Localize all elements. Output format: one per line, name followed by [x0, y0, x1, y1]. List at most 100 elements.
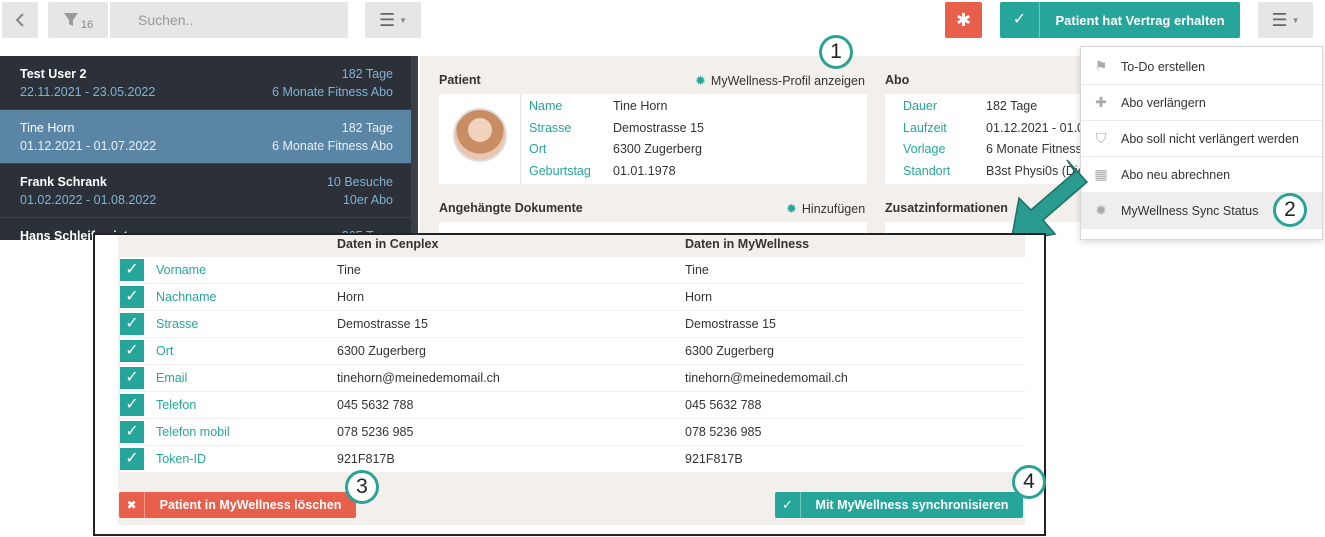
field-label: Vorname	[156, 263, 207, 277]
divider	[520, 94, 521, 184]
table-row: ✓ Telefon 045 5632 788 045 5632 788	[120, 392, 1025, 418]
search-input[interactable]	[110, 2, 348, 38]
cenplex-value: Demostrasse 15	[337, 317, 429, 331]
field-value: Tine Horn	[613, 99, 668, 113]
field-label: Strasse	[156, 317, 199, 331]
table-row: ✓ Email tinehorn@meinedemomail.ch tineho…	[120, 365, 1025, 391]
mywellness-profile-label: MyWellness-Profil anzeigen	[710, 74, 865, 88]
check-icon: ✓	[120, 313, 144, 335]
sync-status-dialog: Daten in Cenplex Daten in MyWellness ✓ V…	[93, 233, 1046, 536]
table-row: ✓ Strasse Demostrasse 15 Demostrasse 15	[120, 311, 1025, 337]
patient-usage: 182 Tage	[341, 121, 393, 135]
check-icon: ✓	[120, 286, 144, 308]
extra-section-title: Zusatzinformationen	[885, 201, 1008, 215]
patient-list-item[interactable]: Test User 2 182 Tage 22.11.2021 - 23.05.2…	[0, 56, 411, 110]
abo-section-title: Abo	[885, 73, 910, 87]
cenplex-value: 6300 Zugerberg	[337, 344, 426, 358]
filter-count: 16	[80, 19, 94, 31]
callout-3: 3	[345, 470, 379, 504]
add-document-label: Hinzufügen	[801, 202, 866, 216]
check-icon: ✓	[120, 394, 144, 416]
field-label: Standort	[903, 163, 951, 178]
field-value: Demostrasse 15	[613, 120, 705, 135]
delete-patient-label: Patient in MyWellness löschen	[159, 498, 342, 512]
plus-icon: ✚	[1095, 94, 1107, 110]
mywellness-profile-link[interactable]: ✹ MyWellness-Profil anzeigen	[695, 73, 865, 89]
menu-item-label: Abo soll nicht verlängert werden	[1121, 131, 1299, 146]
gear-icon: ✹	[695, 73, 706, 88]
check-icon: ✓	[120, 340, 144, 362]
documents-section-title: Angehängte Dokumente	[439, 201, 583, 215]
patient-name: Frank Schrank	[20, 175, 107, 189]
caret-down-icon: ▼	[1291, 15, 1300, 25]
list-scrollbar[interactable]	[411, 56, 418, 240]
sync-button[interactable]: ✓ Mit MyWellness synchronisieren	[775, 492, 1023, 518]
patient-list: Test User 2 182 Tage 22.11.2021 - 23.05.2…	[0, 56, 418, 240]
sync-label: Mit MyWellness synchronisieren	[815, 498, 1009, 512]
mywellness-value: 6300 Zugerberg	[685, 344, 774, 358]
mywellness-value: 078 5236 985	[685, 425, 762, 439]
filter-button[interactable]: 16	[48, 2, 108, 38]
column-header-cenplex: Daten in Cenplex	[337, 237, 439, 251]
check-icon: ✓	[775, 492, 801, 518]
patient-usage: 10 Besuche	[326, 175, 393, 189]
mywellness-value: 045 5632 788	[685, 398, 762, 412]
menu-item-label: MyWellness Sync Status	[1121, 203, 1259, 218]
contract-received-button[interactable]: ✓ Patient hat Vertrag erhalten	[1000, 2, 1240, 38]
field-label: Dauer	[903, 99, 938, 113]
field-value: 01.12.2021 - 01.0	[986, 120, 1080, 135]
cog-icon: ✱	[955, 9, 972, 30]
delete-patient-button[interactable]: ✖ Patient in MyWellness löschen	[119, 492, 356, 518]
patient-list-item[interactable]: Frank Schrank 10 Besuche 01.02.2022 - 01.…	[0, 164, 411, 218]
hamburger-icon: ☰	[1271, 9, 1288, 30]
patient-card: Name Strasse Ort Geburtstag Tine Horn De…	[439, 94, 867, 184]
menu-item-extend[interactable]: ✚ Abo verlängern	[1081, 85, 1322, 121]
callout-1: 1	[819, 35, 853, 69]
menu-item-rebill[interactable]: ▦ Abo neu abrechnen	[1081, 157, 1322, 193]
field-value: 01.01.1978	[613, 163, 676, 178]
check-icon: ✓	[120, 367, 144, 389]
field-label: Ort	[529, 142, 547, 156]
field-value: 6300 Zugerberg	[613, 142, 702, 156]
contract-received-label: Patient hat Vertrag erhalten	[1055, 12, 1225, 28]
table-row: ✓ Ort 6300 Zugerberg 6300 Zugerberg	[120, 338, 1025, 364]
avatar	[453, 108, 507, 162]
mywellness-value: Tine	[685, 263, 709, 277]
check-icon: ✓	[120, 259, 144, 281]
menu-item-no-extend[interactable]: ⛉ Abo soll nicht verlängert werden	[1081, 121, 1322, 157]
abo-fields: Dauer Laufzeit Vorlage Standort	[903, 96, 950, 182]
actions-menu-button[interactable]: ☰ ▼	[1258, 2, 1313, 38]
settings-button[interactable]: ✱	[945, 2, 982, 38]
field-label: Telefon	[156, 398, 197, 412]
back-button[interactable]	[2, 2, 38, 38]
field-label: Laufzeit	[903, 120, 947, 135]
patient-abo: 10er Abo	[342, 193, 393, 207]
column-header-mywellness: Daten in MyWellness	[685, 237, 810, 251]
patient-values: Tine Horn Demostrasse 15 6300 Zugerberg …	[613, 96, 704, 182]
add-document-link[interactable]: ✹ Hinzufügen	[786, 201, 865, 217]
table-row: ✓ Nachname Horn Horn	[120, 284, 1025, 310]
patient-list-item-selected[interactable]: Tine Horn 182 Tage 01.12.2021 - 01.07.202…	[0, 110, 411, 164]
menu-item-label: To-Do erstellen	[1121, 59, 1206, 74]
close-icon: ✖	[119, 492, 145, 518]
patient-detail: Patient ✹ MyWellness-Profil anzeigen Name…	[420, 56, 1080, 240]
patient-name: Test User 2	[20, 67, 87, 81]
field-label: Geburtstag	[529, 163, 591, 178]
field-label: Strasse	[529, 120, 572, 135]
field-label: Email	[156, 371, 188, 385]
check-icon: ✓	[1000, 2, 1040, 38]
field-label: Name	[529, 99, 563, 113]
patient-dates: 22.11.2021 - 23.05.2022	[20, 85, 156, 99]
sync-table-panel: Daten in Cenplex Daten in MyWellness ✓ V…	[118, 235, 1025, 525]
caret-down-icon: ▼	[399, 15, 408, 25]
cenplex-value: tinehorn@meinedemomail.ch	[337, 371, 500, 385]
callout-4: 4	[1012, 465, 1046, 499]
menu-item-todo[interactable]: ⚑ To-Do erstellen	[1081, 49, 1322, 85]
field-label: Ort	[156, 344, 174, 358]
patient-fields: Name Strasse Ort Geburtstag	[529, 96, 591, 182]
field-label: Vorlage	[903, 142, 946, 156]
field-label: Telefon mobil	[156, 425, 230, 439]
list-menu-button[interactable]: ☰ ▼	[365, 2, 421, 38]
menu-item-label: Abo verlängern	[1121, 95, 1206, 110]
field-label: Nachname	[156, 290, 217, 304]
